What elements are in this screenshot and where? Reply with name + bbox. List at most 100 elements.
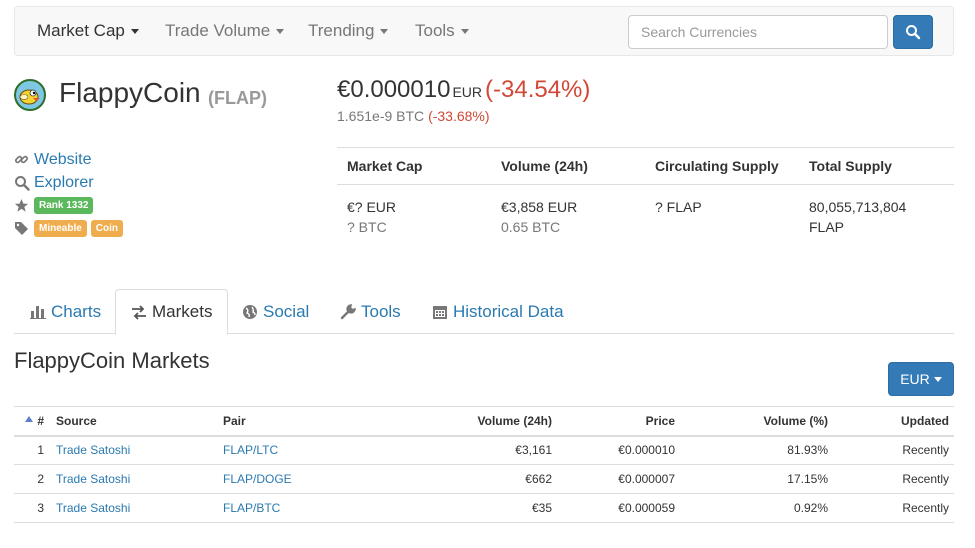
nav-tools[interactable]: Tools <box>415 21 469 41</box>
website-label: Website <box>34 150 92 168</box>
search-button[interactable] <box>893 15 933 49</box>
stats-header-total-supply: Total Supply <box>809 158 892 174</box>
circulating-supply: ? FLAP <box>655 199 702 215</box>
table-row: 3 Trade Satoshi FLAP/BTC €35 €0.000059 0… <box>14 493 954 523</box>
row-volume-pct: 17.15% <box>675 464 828 494</box>
coin-tabs: Charts Markets Social Tools Historical D… <box>14 289 954 335</box>
explorer-link[interactable]: Explorer <box>14 171 127 194</box>
tab-tools[interactable]: Tools <box>325 289 416 334</box>
globe-icon <box>243 304 257 319</box>
price-btc: 1.651e-9 BTC <box>337 108 425 124</box>
stats-header: Market Cap Volume (24h) Circulating Supp… <box>337 148 954 185</box>
stats-header-market-cap: Market Cap <box>347 158 423 174</box>
nav-trending-label: Trending <box>308 21 375 40</box>
col-updated[interactable]: Updated <box>828 406 954 437</box>
row-price: €0.000007 <box>552 464 675 494</box>
tags-row: Mineable Coin <box>14 217 127 240</box>
tab-charts-label: Charts <box>51 301 102 321</box>
row-pair-link[interactable]: FLAP/DOGE <box>223 472 292 486</box>
nav-market-cap-label: Market Cap <box>37 21 125 40</box>
row-volume-pct: 0.92% <box>675 493 828 523</box>
tab-social-label: Social <box>263 301 310 321</box>
col-source[interactable]: Source <box>50 406 223 437</box>
row-volume-pct: 81.93% <box>675 435 828 465</box>
nav-trending[interactable]: Trending <box>308 21 389 41</box>
explorer-label: Explorer <box>34 173 94 191</box>
coin-symbol: (FLAP) <box>208 88 267 108</box>
search-input[interactable] <box>628 15 888 49</box>
stat-circulating: ? FLAP <box>645 199 799 235</box>
star-icon <box>14 198 34 213</box>
row-pair-link[interactable]: FLAP/LTC <box>223 443 278 457</box>
nav-market-cap[interactable]: Market Cap <box>37 21 139 41</box>
table-row: 2 Trade Satoshi FLAP/DOGE €662 €0.000007… <box>14 464 954 494</box>
nav-trade-volume[interactable]: Trade Volume <box>165 21 285 41</box>
row-source-link[interactable]: Trade Satoshi <box>56 501 130 515</box>
volume-eur: €3,858 EUR <box>501 199 578 215</box>
currency-dropdown-label: EUR <box>900 371 930 387</box>
col-price[interactable]: Price <box>552 406 675 437</box>
row-updated: Recently <box>828 435 954 465</box>
tab-charts[interactable]: Charts <box>15 289 116 334</box>
currency-dropdown-button[interactable]: EUR <box>888 362 954 396</box>
table-row: 1 Trade Satoshi FLAP/LTC €3,161 €0.00001… <box>14 435 954 465</box>
markets-table: # Source Pair Volume (24h) Price Volume … <box>14 406 954 523</box>
wrench-icon <box>340 303 356 319</box>
caret-down-icon <box>276 29 285 35</box>
price-eur: €0.000010 <box>337 76 451 103</box>
col-rank-label: # <box>37 413 44 428</box>
tab-markets[interactable]: Markets <box>115 289 229 335</box>
tag-coin: Coin <box>90 220 124 237</box>
caret-down-icon <box>130 29 139 35</box>
row-rank: 2 <box>14 464 50 494</box>
col-rank[interactable]: # <box>14 406 50 437</box>
row-rank: 3 <box>14 493 50 523</box>
price-currency: EUR <box>452 84 483 100</box>
website-link[interactable]: Website <box>14 148 127 171</box>
row-source-link[interactable]: Trade Satoshi <box>56 443 130 457</box>
calendar-icon <box>433 305 447 319</box>
tab-historical-data[interactable]: Historical Data <box>417 289 579 334</box>
coin-links: Website Explorer Rank 1332 Mineable Coin <box>14 148 127 240</box>
row-price: €0.000059 <box>552 493 675 523</box>
stat-volume: €3,858 EUR 0.65 BTC <box>491 199 645 235</box>
row-rank: 1 <box>14 435 50 465</box>
col-pair[interactable]: Pair <box>223 406 368 437</box>
stat-total-supply: 80,055,713,804 FLAP <box>799 199 954 235</box>
tab-markets-label: Markets <box>152 302 213 321</box>
col-volume-pct[interactable]: Volume (%) <box>675 406 828 437</box>
search-icon <box>906 25 921 40</box>
tag-mineable: Mineable <box>34 220 87 237</box>
caret-down-icon <box>460 29 469 35</box>
row-pair-link[interactable]: FLAP/BTC <box>223 501 280 515</box>
coin-logo <box>14 79 46 111</box>
nav-tools-label: Tools <box>415 21 455 40</box>
caret-down-icon <box>380 29 389 35</box>
price-change: (-34.54%) <box>485 76 591 103</box>
row-price: €0.000010 <box>552 435 675 465</box>
bar-chart-icon <box>30 306 46 319</box>
price-btc-row: 1.651e-9 BTC (-33.68%) <box>337 108 490 124</box>
tags-icon <box>14 221 34 236</box>
col-volume[interactable]: Volume (24h) <box>368 406 552 437</box>
row-updated: Recently <box>828 464 954 494</box>
row-source-link[interactable]: Trade Satoshi <box>56 472 130 486</box>
volume-btc: 0.65 BTC <box>501 219 561 235</box>
row-updated: Recently <box>828 493 954 523</box>
market-cap-eur: €? EUR <box>347 199 397 215</box>
nav-trade-volume-label: Trade Volume <box>165 21 271 40</box>
row-volume: €662 <box>368 464 552 494</box>
link-icon <box>14 152 34 167</box>
stats-values: €? EUR ? BTC €3,858 EUR 0.65 BTC ? FLAP … <box>337 185 954 235</box>
total-supply-value: 80,055,713,804 <box>809 199 907 215</box>
coin-name: FlappyCoin <box>59 77 201 108</box>
price-main: €0.000010 EUR (-34.54%) <box>337 76 590 104</box>
tab-social[interactable]: Social <box>227 289 324 334</box>
exchange-icon <box>132 304 146 320</box>
top-navbar: Market Cap Trade Volume Trending Tools <box>14 6 954 56</box>
total-supply-unit: FLAP <box>809 219 845 235</box>
tab-tools-label: Tools <box>361 301 401 321</box>
search-icon <box>14 175 34 191</box>
sort-asc-icon <box>25 415 34 422</box>
rank-row: Rank 1332 <box>14 194 127 217</box>
